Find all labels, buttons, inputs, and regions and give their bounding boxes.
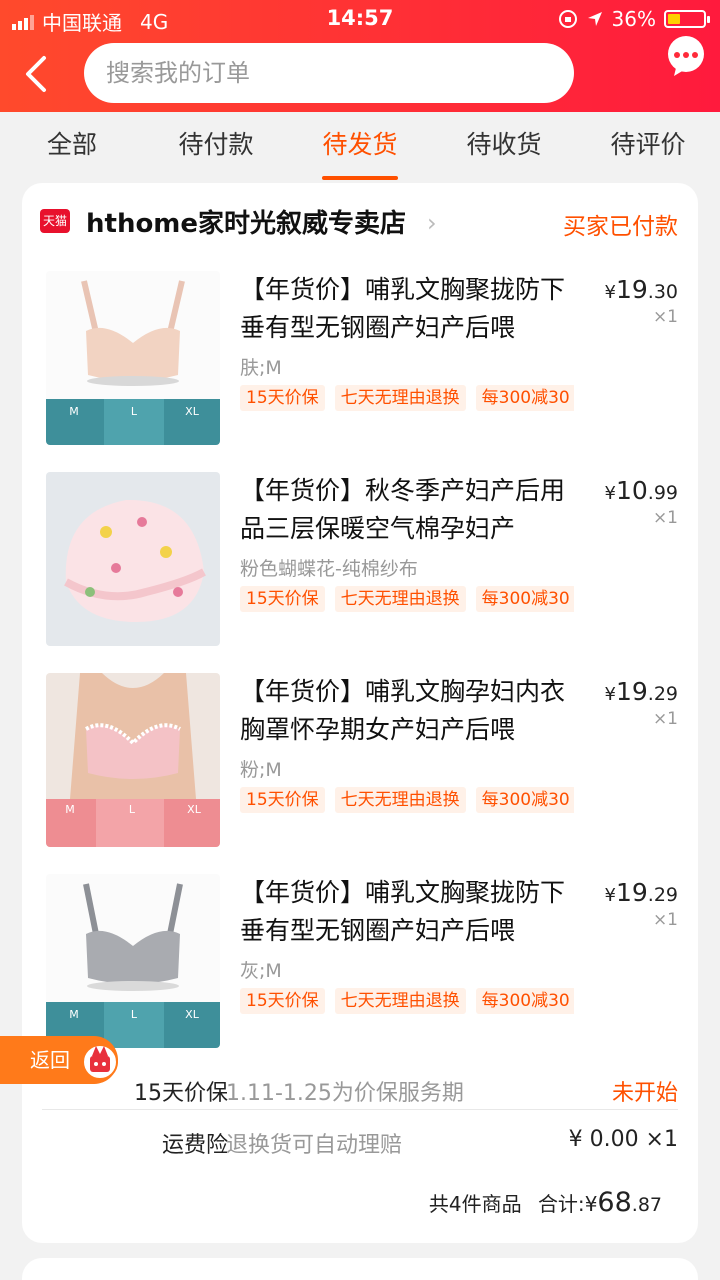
item-sku: 灰;M: [240, 960, 282, 982]
shipping-insurance-label: 运费险: [161, 1133, 228, 1158]
order-item[interactable]: M L XL 【年货价】哺乳文胸聚拢防下垂有型无钢圈产妇产后喂 肤;M 15天价…: [46, 271, 686, 447]
order-item[interactable]: 【年货价】秋冬季产妇产后用品三层保暖空气棉孕妇产 粉色蝴蝶花-纯棉纱布 15天价…: [46, 472, 686, 648]
tab-pending-receipt[interactable]: 待收货: [432, 112, 576, 182]
order-item[interactable]: M L XL 【年货价】哺乳文胸孕妇内衣胸罩怀孕期女产妇产后喂 粉;M 15天价…: [46, 673, 686, 849]
tmall-badge: 天猫: [40, 209, 70, 233]
tag-discount: 每300减30: [475, 787, 574, 813]
product-image-pink-bra[interactable]: M L XL: [46, 673, 220, 847]
svg-text:XL: XL: [185, 1008, 200, 1021]
svg-text:M: M: [65, 803, 75, 816]
tab-pending-review[interactable]: 待评价: [576, 112, 720, 182]
tab-pending-payment[interactable]: 待付款: [144, 112, 288, 182]
gift-mascot-icon[interactable]: [82, 1040, 118, 1080]
tab-pending-shipment[interactable]: 待发货: [288, 112, 432, 182]
total-currency: ¥: [584, 1192, 598, 1216]
back-arrow-icon[interactable]: [20, 54, 56, 94]
svg-text:M: M: [69, 1008, 79, 1021]
total-cents: .87: [631, 1194, 662, 1216]
shop-name[interactable]: hthome家时光叙威专卖店: [86, 203, 406, 240]
chevron-right-icon[interactable]: ›: [427, 209, 437, 237]
item-qty: ×1: [652, 910, 678, 930]
message-bubble-icon[interactable]: [664, 34, 708, 78]
item-price: ¥19.30: [604, 275, 678, 304]
tag-free-return: 七天无理由退换: [334, 988, 466, 1014]
battery-percent: 36%: [611, 7, 656, 31]
item-price: ¥19.29: [604, 677, 678, 706]
tag-discount: 每300减30: [475, 988, 574, 1014]
item-count: 共4件商品: [428, 1192, 522, 1216]
svg-text:L: L: [131, 405, 138, 418]
order-tabs: 全部 待付款 待发货 待收货 待评价: [0, 112, 720, 182]
divider: [42, 1109, 678, 1110]
svg-text:M: M: [69, 405, 79, 418]
shipping-insurance-row[interactable]: 运费险 退换货可自动理赔 ¥ 0.00 ×1: [42, 1115, 678, 1165]
order-item[interactable]: M L XL 【年货价】哺乳文胸聚拢防下垂有型无钢圈产妇产后喂 灰;M 15天价…: [46, 874, 686, 1050]
svg-text:L: L: [129, 803, 136, 816]
item-sku: 粉;M: [240, 759, 282, 781]
shipping-insurance-value: ¥ 0.00 ×1: [568, 1127, 678, 1152]
shop-header[interactable]: 天猫 hthome家时光叙威专卖店 › 买家已付款: [22, 183, 698, 261]
svg-text:XL: XL: [187, 803, 202, 816]
tag-price-guarantee: 15天价保: [240, 586, 325, 612]
svg-text:L: L: [131, 1008, 138, 1021]
item-title[interactable]: 【年货价】哺乳文胸聚拢防下垂有型无钢圈产妇产后喂: [240, 271, 580, 347]
item-title[interactable]: 【年货价】秋冬季产妇产后用品三层保暖空气棉孕妇产: [240, 472, 580, 548]
search-input[interactable]: 搜索我的订单: [84, 43, 574, 103]
item-qty: ×1: [652, 508, 678, 528]
item-tags: 15天价保 七天无理由退换 每300减30: [240, 787, 574, 813]
price-guarantee-desc: 1.11-1.25为价保服务期: [226, 1081, 464, 1106]
product-image-grey-bra[interactable]: M L XL: [46, 874, 220, 1048]
item-sku: 粉色蝴蝶花-纯棉纱布: [240, 558, 418, 580]
item-title[interactable]: 【年货价】哺乳文胸聚拢防下垂有型无钢圈产妇产后喂: [240, 874, 580, 950]
tag-discount: 每300减30: [475, 586, 574, 612]
price-guarantee-label: 15天价保: [134, 1081, 228, 1106]
item-sku: 肤;M: [240, 357, 282, 379]
tag-discount: 每300减30: [475, 385, 574, 411]
item-qty: ×1: [652, 709, 678, 729]
battery-icon: [664, 10, 710, 28]
shipping-insurance-desc: 退换货可自动理赔: [226, 1133, 403, 1158]
tag-price-guarantee: 15天价保: [240, 787, 325, 813]
tag-price-guarantee: 15天价保: [240, 988, 325, 1014]
total-amount: 68: [597, 1187, 632, 1218]
svg-text:XL: XL: [185, 405, 200, 418]
item-price: ¥19.29: [604, 878, 678, 907]
tag-price-guarantee: 15天价保: [240, 385, 325, 411]
item-title[interactable]: 【年货价】哺乳文胸孕妇内衣胸罩怀孕期女产妇产后喂: [240, 673, 580, 749]
product-image-floral-hat[interactable]: [46, 472, 220, 646]
item-qty: ×1: [652, 307, 678, 327]
location-icon: [587, 12, 602, 26]
item-tags: 15天价保 七天无理由退换 每300减30: [240, 988, 574, 1014]
price-guarantee-row[interactable]: 15天价保 1.11-1.25为价保服务期 未开始: [42, 1063, 678, 1113]
app-header: 中国联通 4G 14:57 36% 搜索我的订单: [0, 0, 720, 112]
price-guarantee-status: 未开始: [611, 1081, 678, 1106]
next-order-card: [22, 1258, 698, 1280]
tag-free-return: 七天无理由退换: [334, 787, 466, 813]
order-status: 买家已付款: [563, 214, 678, 240]
order-total: 共4件商品 合计:¥68.87: [429, 1187, 662, 1218]
item-tags: 15天价保 七天无理由退换 每300减30: [240, 586, 574, 612]
status-bar: 中国联通 4G 14:57 36%: [0, 0, 720, 38]
tab-all[interactable]: 全部: [0, 112, 144, 182]
item-tags: 15天价保 七天无理由退换 每300减30: [240, 385, 574, 411]
tag-free-return: 七天无理由退换: [334, 586, 466, 612]
tag-free-return: 七天无理由退换: [334, 385, 466, 411]
item-price: ¥10.99: [604, 476, 678, 505]
product-image-nude-bra[interactable]: M L XL: [46, 271, 220, 445]
orientation-lock-icon: [558, 10, 577, 28]
order-card: 天猫 hthome家时光叙威专卖店 › 买家已付款 M L XL 【年货价】哺乳…: [22, 183, 698, 1243]
total-label: 合计:: [537, 1192, 585, 1216]
